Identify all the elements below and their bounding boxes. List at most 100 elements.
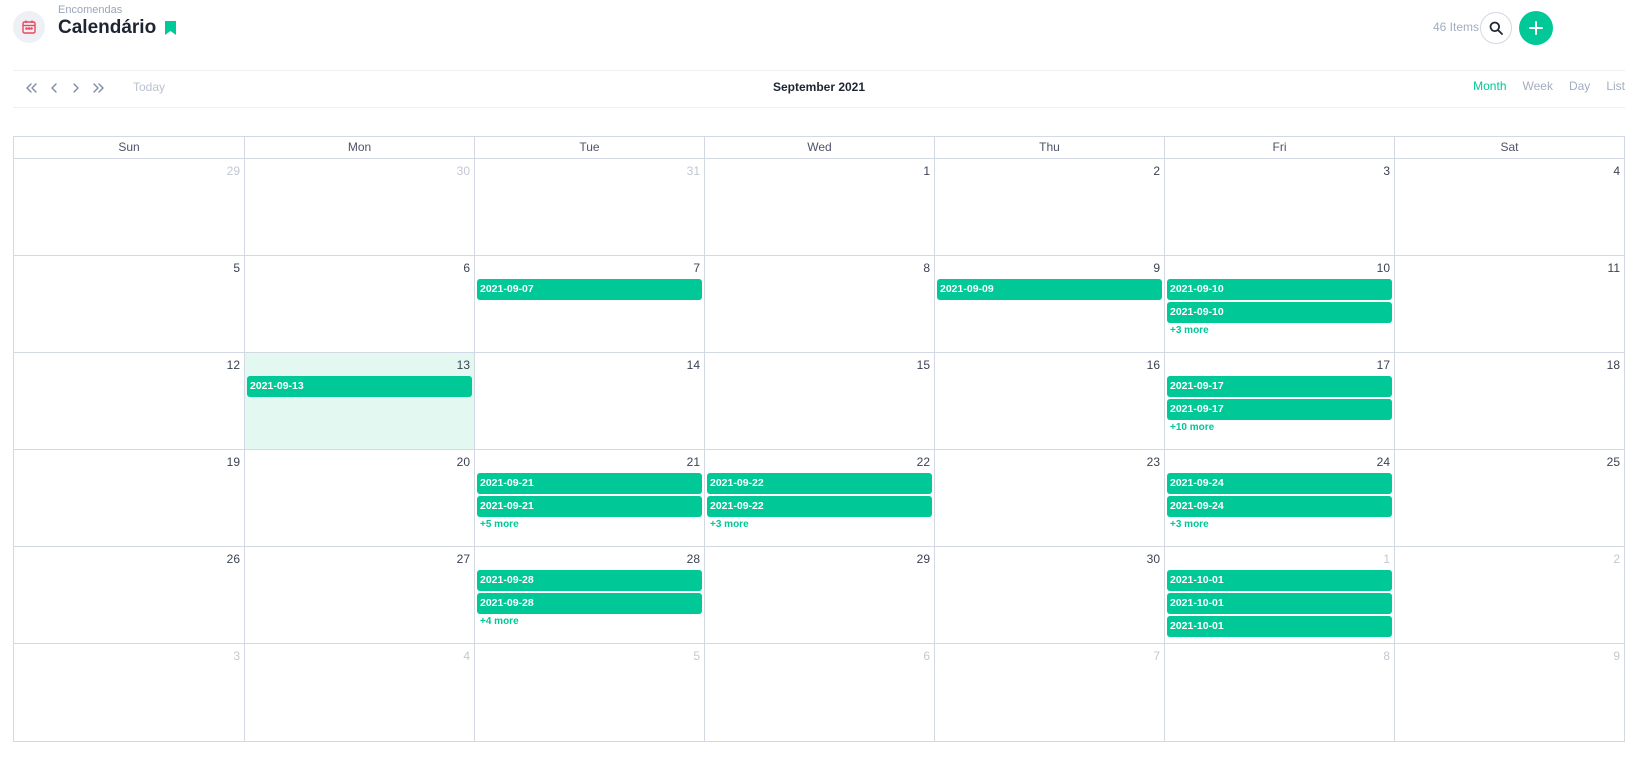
day-cell[interactable]: 8	[1164, 644, 1394, 741]
view-tab-day[interactable]: Day	[1569, 79, 1590, 93]
more-events-link[interactable]: +3 more	[1167, 519, 1392, 530]
day-number[interactable]: 6	[707, 648, 932, 664]
day-number[interactable]: 1	[707, 163, 932, 179]
day-number[interactable]: 9	[937, 260, 1162, 276]
day-cell[interactable]: 2	[934, 159, 1164, 255]
calendar-event[interactable]: 2021-09-24	[1167, 496, 1392, 517]
day-number[interactable]: 25	[1397, 454, 1622, 470]
day-cell[interactable]: 22 2021-09-22 2021-09-22 +3 more	[704, 450, 934, 546]
day-number[interactable]: 7	[477, 260, 702, 276]
view-tab-week[interactable]: Week	[1523, 79, 1553, 93]
day-cell[interactable]: 12	[14, 353, 244, 449]
day-cell[interactable]: 1	[704, 159, 934, 255]
day-number[interactable]: 15	[707, 357, 932, 373]
day-number[interactable]: 17	[1167, 357, 1392, 373]
day-number[interactable]: 12	[16, 357, 242, 373]
day-cell[interactable]: 21 2021-09-21 2021-09-21 +5 more	[474, 450, 704, 546]
day-number[interactable]: 6	[247, 260, 472, 276]
day-cell[interactable]: 3	[1164, 159, 1394, 255]
day-cell[interactable]: 18	[1394, 353, 1624, 449]
more-events-link[interactable]: +3 more	[1167, 325, 1392, 336]
day-cell[interactable]: 2	[1394, 547, 1624, 643]
day-number[interactable]: 19	[16, 454, 242, 470]
day-number[interactable]: 26	[16, 551, 242, 567]
calendar-event[interactable]: 2021-09-10	[1167, 302, 1392, 323]
day-cell[interactable]: 27	[244, 547, 474, 643]
day-number[interactable]: 30	[247, 163, 472, 179]
calendar-event[interactable]: 2021-09-22	[707, 473, 932, 494]
day-cell[interactable]: 5	[474, 644, 704, 741]
day-cell-today[interactable]: 13 2021-09-13	[244, 353, 474, 449]
day-cell[interactable]: 15	[704, 353, 934, 449]
view-tab-list[interactable]: List	[1606, 79, 1625, 93]
day-cell[interactable]: 20	[244, 450, 474, 546]
more-events-link[interactable]: +10 more	[1167, 422, 1392, 433]
search-button[interactable]	[1480, 12, 1512, 44]
prev-year-button[interactable]	[21, 78, 41, 98]
calendar-event[interactable]: 2021-09-22	[707, 496, 932, 517]
calendar-event[interactable]: 2021-09-28	[477, 570, 702, 591]
day-cell[interactable]: 4	[244, 644, 474, 741]
day-number[interactable]: 16	[937, 357, 1162, 373]
more-events-link[interactable]: +4 more	[477, 616, 702, 627]
day-cell[interactable]: 26	[14, 547, 244, 643]
bookmark-icon[interactable]	[165, 21, 177, 35]
next-month-button[interactable]	[66, 78, 86, 98]
day-cell[interactable]: 31	[474, 159, 704, 255]
breadcrumb[interactable]: Encomendas	[58, 4, 122, 16]
calendar-event[interactable]: 2021-09-07	[477, 279, 702, 300]
day-cell[interactable]: 24 2021-09-24 2021-09-24 +3 more	[1164, 450, 1394, 546]
day-number[interactable]: 29	[16, 163, 242, 179]
day-cell[interactable]: 7	[934, 644, 1164, 741]
day-cell[interactable]: 3	[14, 644, 244, 741]
day-cell[interactable]: 6	[244, 256, 474, 352]
day-number[interactable]: 1	[1167, 551, 1392, 567]
day-cell[interactable]: 30	[934, 547, 1164, 643]
day-cell[interactable]: 4	[1394, 159, 1624, 255]
day-number[interactable]: 4	[247, 648, 472, 664]
day-cell[interactable]: 29	[14, 159, 244, 255]
day-number[interactable]: 4	[1397, 163, 1622, 179]
day-cell[interactable]: 17 2021-09-17 2021-09-17 +10 more	[1164, 353, 1394, 449]
add-button[interactable]	[1519, 11, 1553, 45]
day-cell[interactable]: 16	[934, 353, 1164, 449]
calendar-event[interactable]: 2021-09-17	[1167, 376, 1392, 397]
day-number[interactable]: 3	[1167, 163, 1392, 179]
calendar-event[interactable]: 2021-09-24	[1167, 473, 1392, 494]
next-year-button[interactable]	[89, 78, 109, 98]
calendar-event[interactable]: 2021-09-13	[247, 376, 472, 397]
day-number[interactable]: 27	[247, 551, 472, 567]
day-number[interactable]: 10	[1167, 260, 1392, 276]
day-number[interactable]: 2	[1397, 551, 1622, 567]
day-number[interactable]: 29	[707, 551, 932, 567]
calendar-event[interactable]: 2021-09-21	[477, 473, 702, 494]
day-number[interactable]: 11	[1397, 260, 1622, 276]
day-cell[interactable]: 8	[704, 256, 934, 352]
calendar-event[interactable]: 2021-09-17	[1167, 399, 1392, 420]
day-number[interactable]: 7	[937, 648, 1162, 664]
day-cell[interactable]: 5	[14, 256, 244, 352]
day-number[interactable]: 28	[477, 551, 702, 567]
day-number[interactable]: 14	[477, 357, 702, 373]
day-cell[interactable]: 25	[1394, 450, 1624, 546]
day-number[interactable]: 21	[477, 454, 702, 470]
more-events-link[interactable]: +5 more	[477, 519, 702, 530]
calendar-event[interactable]: 2021-09-09	[937, 279, 1162, 300]
day-cell[interactable]: 6	[704, 644, 934, 741]
day-cell[interactable]: 1 2021-10-01 2021-10-01 2021-10-01	[1164, 547, 1394, 643]
calendar-event[interactable]: 2021-09-10	[1167, 279, 1392, 300]
day-cell[interactable]: 10 2021-09-10 2021-09-10 +3 more	[1164, 256, 1394, 352]
day-number[interactable]: 18	[1397, 357, 1622, 373]
day-number[interactable]: 31	[477, 163, 702, 179]
day-cell[interactable]: 28 2021-09-28 2021-09-28 +4 more	[474, 547, 704, 643]
day-number[interactable]: 5	[16, 260, 242, 276]
day-number[interactable]: 24	[1167, 454, 1392, 470]
day-cell[interactable]: 14	[474, 353, 704, 449]
day-cell[interactable]: 7 2021-09-07	[474, 256, 704, 352]
day-number[interactable]: 8	[707, 260, 932, 276]
day-number[interactable]: 23	[937, 454, 1162, 470]
prev-month-button[interactable]	[44, 78, 64, 98]
day-cell[interactable]: 30	[244, 159, 474, 255]
day-number[interactable]: 8	[1167, 648, 1392, 664]
day-number[interactable]: 20	[247, 454, 472, 470]
